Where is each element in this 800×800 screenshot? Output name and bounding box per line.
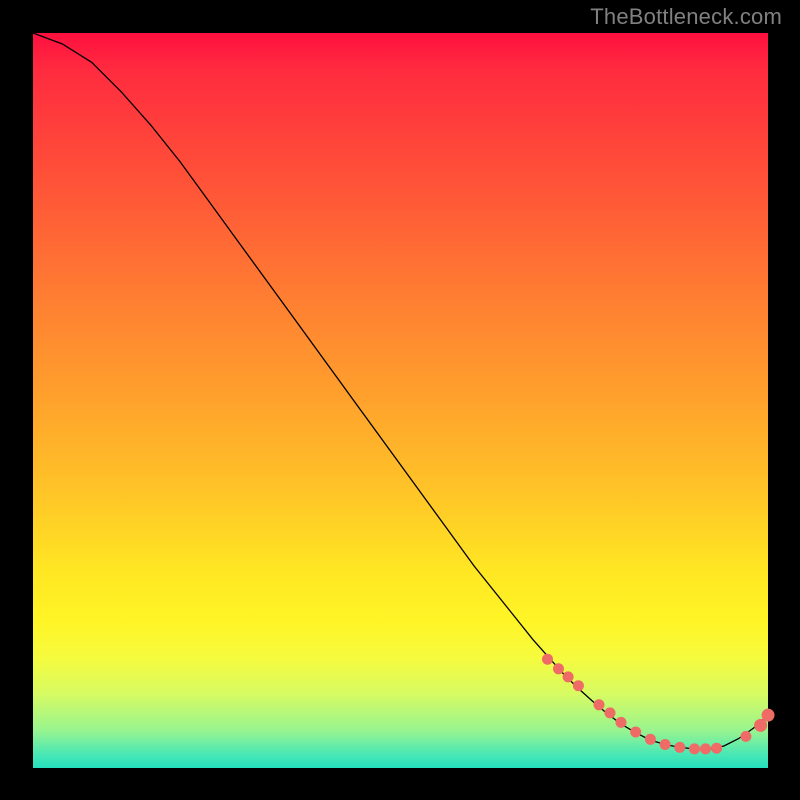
data-dot [553, 663, 564, 674]
data-dot [689, 743, 700, 754]
data-dot [645, 734, 656, 745]
curve-layer [33, 33, 768, 768]
plot-area [33, 33, 768, 768]
data-dot [563, 671, 574, 682]
data-dot [700, 743, 711, 754]
chart-frame: TheBottleneck.com [0, 0, 800, 800]
data-dot [711, 743, 722, 754]
data-dot [630, 727, 641, 738]
data-dot [542, 654, 553, 665]
data-dot [616, 717, 627, 728]
watermark-text: TheBottleneck.com [590, 4, 782, 30]
data-dot [674, 742, 685, 753]
data-dot [605, 707, 616, 718]
data-dot [740, 731, 751, 742]
data-dot [594, 699, 605, 710]
data-dot [762, 709, 775, 722]
bottleneck-curve [33, 33, 768, 749]
data-dot [573, 680, 584, 691]
data-dots [542, 654, 775, 755]
data-dot [660, 739, 671, 750]
